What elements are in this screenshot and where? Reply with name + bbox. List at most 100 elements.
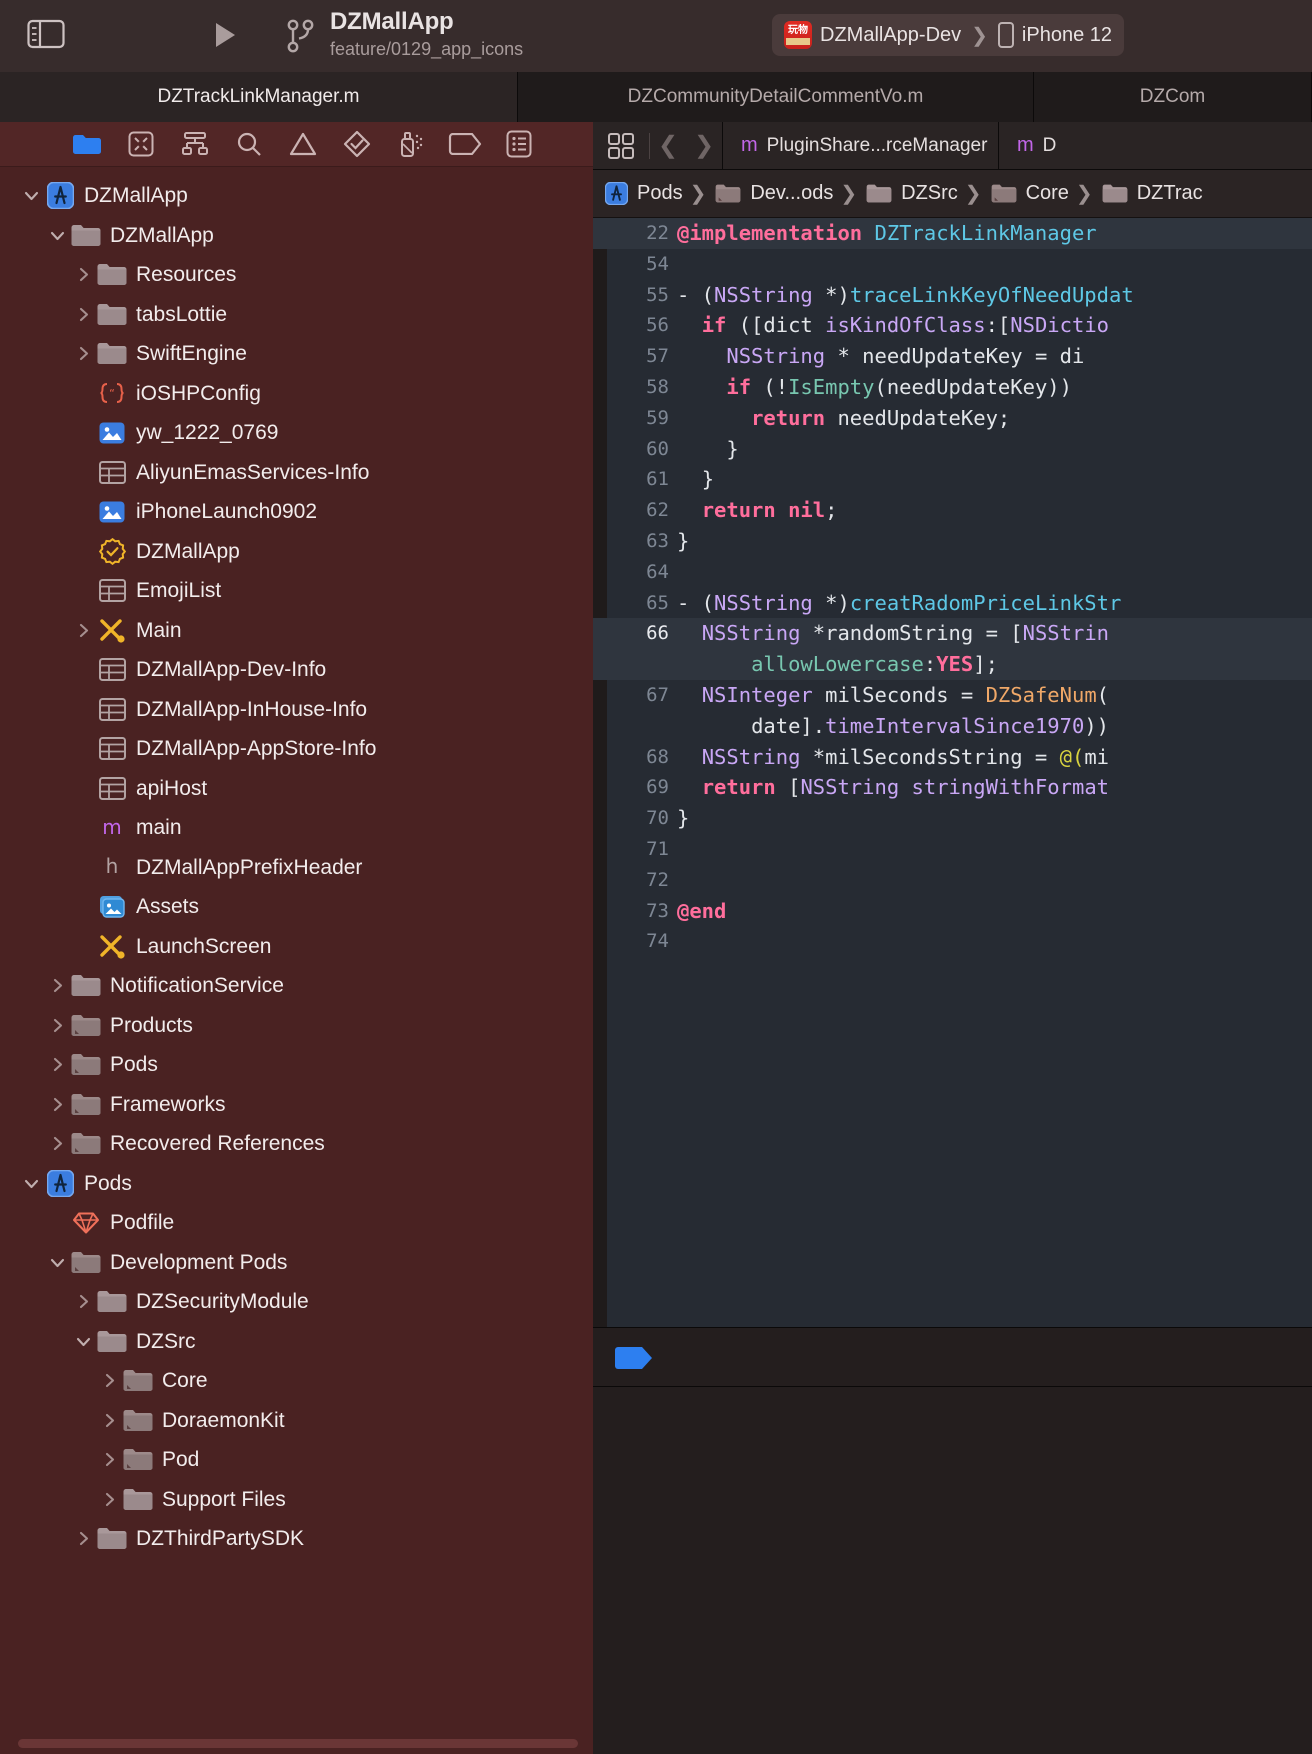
file-tree-row[interactable]: “ iOSHPConfig — [0, 374, 593, 414]
code-line[interactable]: 63} — [593, 526, 1312, 557]
code-line[interactable]: 55 - (NSString *)traceLinkKeyOfNeedUpdat — [593, 280, 1312, 311]
chevron-right-icon[interactable] — [70, 266, 97, 283]
file-tree-row[interactable]: DZMallApp — [0, 216, 593, 256]
code-line[interactable]: 57 NSString * needUpdateKey = di — [593, 341, 1312, 372]
chevron-right-icon[interactable] — [96, 1372, 123, 1389]
chevron-right-icon[interactable] — [70, 306, 97, 323]
code-line[interactable]: date].timeIntervalSince1970)) — [593, 711, 1312, 742]
file-tree-row[interactable]: Main — [0, 611, 593, 651]
chevron-right-icon[interactable] — [44, 1017, 71, 1034]
file-tree-row[interactable]: Development Pods — [0, 1243, 593, 1283]
chevron-right-icon[interactable] — [96, 1491, 123, 1508]
file-tree-row[interactable]: m main — [0, 808, 593, 848]
file-tree-row[interactable]: Products — [0, 1006, 593, 1046]
breakpoint-tag-icon[interactable] — [438, 122, 492, 167]
chevron-right-icon[interactable] — [96, 1412, 123, 1429]
file-tree-row[interactable]: DoraemonKit — [0, 1401, 593, 1441]
file-tree-row[interactable]: DZMallApp — [0, 532, 593, 572]
file-tree-row[interactable]: DZMallApp-Dev-Info — [0, 650, 593, 690]
debug-console-area[interactable] — [593, 1387, 1312, 1754]
code-line[interactable]: 66 NSString *randomString = [NSStrin — [593, 618, 1312, 650]
code-line[interactable]: 70} — [593, 803, 1312, 834]
file-tree-row[interactable]: Resources — [0, 255, 593, 295]
file-tree-row[interactable]: NotificationService — [0, 966, 593, 1006]
chevron-right-icon[interactable] — [70, 622, 97, 639]
code-line[interactable]: 58 if (!IsEmpty(needUpdateKey)) — [593, 372, 1312, 403]
chevron-right-icon[interactable] — [70, 1530, 97, 1547]
code-line[interactable]: 61 } — [593, 464, 1312, 495]
folder-icon[interactable] — [60, 122, 114, 167]
code-line[interactable]: 67 NSInteger milSeconds = DZSafeNum( — [593, 680, 1312, 711]
chevron-right-icon[interactable] — [44, 1056, 71, 1073]
code-line[interactable]: 72 — [593, 865, 1312, 896]
code-line[interactable]: 64 — [593, 557, 1312, 588]
breadcrumb-segment[interactable]: DZSrc — [864, 182, 958, 205]
chevron-right-icon[interactable] — [44, 1096, 71, 1113]
code-line[interactable]: 73 @end — [593, 896, 1312, 927]
debug-spray-icon[interactable] — [384, 122, 438, 167]
file-tree-row[interactable]: SwiftEngine — [0, 334, 593, 374]
code-line[interactable]: 68 NSString *milSecondsString = @(mi — [593, 742, 1312, 773]
file-tree-row[interactable]: apiHost — [0, 769, 593, 809]
file-tree-row[interactable]: Podfile — [0, 1203, 593, 1243]
related-items-grid-icon[interactable] — [593, 132, 649, 160]
chevron-right-icon[interactable] — [44, 977, 71, 994]
symbol-hierarchy-icon[interactable] — [168, 122, 222, 167]
chevron-left-icon[interactable]: ❮ — [650, 131, 686, 160]
breakpoint-tag-icon[interactable] — [615, 1347, 653, 1369]
navigator-horizontal-scrollbar[interactable] — [18, 1739, 578, 1748]
code-line[interactable]: 60 } — [593, 434, 1312, 465]
breadcrumb-segment[interactable]: Core — [989, 182, 1069, 205]
editor-breadcrumb[interactable]: Pods ❯ Dev...ods ❯ DZSrc ❯ Core ❯ DZTrac — [593, 170, 1312, 218]
file-tree-row[interactable]: iPhoneLaunch0902 — [0, 492, 593, 532]
open-file-tab-0[interactable]: m PluginShare...rceManager — [722, 121, 998, 170]
search-icon[interactable] — [222, 122, 276, 167]
file-tree-row[interactable]: Recovered References — [0, 1124, 593, 1164]
code-line[interactable]: 59 return needUpdateKey; — [593, 403, 1312, 434]
chevron-right-icon[interactable]: ❯ — [686, 131, 722, 160]
code-line[interactable]: 74 — [593, 926, 1312, 957]
code-line[interactable]: 62 return nil; — [593, 495, 1312, 526]
code-content[interactable]: 22 @implementation DZTrackLinkManager 54 55… — [593, 218, 1312, 1327]
code-line[interactable]: 56 if ([dict isKindOfClass:[NSDictio — [593, 310, 1312, 341]
chevron-right-icon[interactable] — [70, 1293, 97, 1310]
file-tree-row[interactable]: Pods — [0, 1164, 593, 1204]
file-tree-row[interactable]: Core — [0, 1361, 593, 1401]
chevron-down-icon[interactable] — [70, 1333, 97, 1350]
file-tree-row[interactable]: LaunchScreen — [0, 927, 593, 967]
editor-tab-1[interactable]: DZCommunityDetailCommentVo.m — [518, 72, 1034, 122]
warning-triangle-icon[interactable] — [276, 122, 330, 167]
chevron-right-icon[interactable] — [96, 1451, 123, 1468]
file-tree-row[interactable]: Pod — [0, 1440, 593, 1480]
file-tree-row[interactable]: Support Files — [0, 1480, 593, 1520]
file-tree-row[interactable]: DZMallApp-InHouse-Info — [0, 690, 593, 730]
file-tree-row[interactable]: h DZMallAppPrefixHeader — [0, 848, 593, 888]
code-line[interactable]: 22 @implementation DZTrackLinkManager — [593, 218, 1312, 249]
breadcrumb-segment[interactable]: DZTrac — [1100, 182, 1203, 205]
chevron-right-icon[interactable] — [70, 345, 97, 362]
test-diamond-icon[interactable] — [330, 122, 384, 167]
editor-tab-0[interactable]: DZTrackLinkManager.m — [0, 72, 518, 122]
project-file-tree[interactable]: DZMallApp DZMallApp Resources tabsLottie… — [0, 168, 593, 1728]
file-tree-row[interactable]: DZSecurityModule — [0, 1282, 593, 1322]
code-line[interactable]: allowLowercase:YES]; — [593, 649, 1312, 680]
file-tree-row[interactable]: AliyunEmasServices-Info — [0, 453, 593, 493]
file-tree-row[interactable]: EmojiList — [0, 571, 593, 611]
editor-tab-2[interactable]: DZCom — [1034, 72, 1312, 122]
file-tree-row[interactable]: Frameworks — [0, 1085, 593, 1125]
run-play-icon[interactable] — [208, 19, 240, 51]
code-line[interactable]: 69 return [NSString stringWithFormat — [593, 772, 1312, 803]
code-line[interactable]: 65 - (NSString *)creatRadomPriceLinkStr — [593, 588, 1312, 619]
chevron-down-icon[interactable] — [44, 227, 71, 244]
chevron-right-icon[interactable] — [44, 1135, 71, 1152]
file-tree-row[interactable]: DZMallApp-AppStore-Info — [0, 729, 593, 769]
file-tree-row[interactable]: DZSrc — [0, 1322, 593, 1362]
file-tree-row[interactable]: yw_1222_0769 — [0, 413, 593, 453]
file-tree-row[interactable]: DZMallApp — [0, 176, 593, 216]
file-tree-row[interactable]: tabsLottie — [0, 295, 593, 335]
file-tree-row[interactable]: Pods — [0, 1045, 593, 1085]
file-tree-row[interactable]: DZThirdPartySDK — [0, 1519, 593, 1559]
file-tree-row[interactable]: Assets — [0, 887, 593, 927]
source-control-icon[interactable] — [114, 122, 168, 167]
breadcrumb-segment[interactable]: Dev...ods — [713, 182, 833, 205]
